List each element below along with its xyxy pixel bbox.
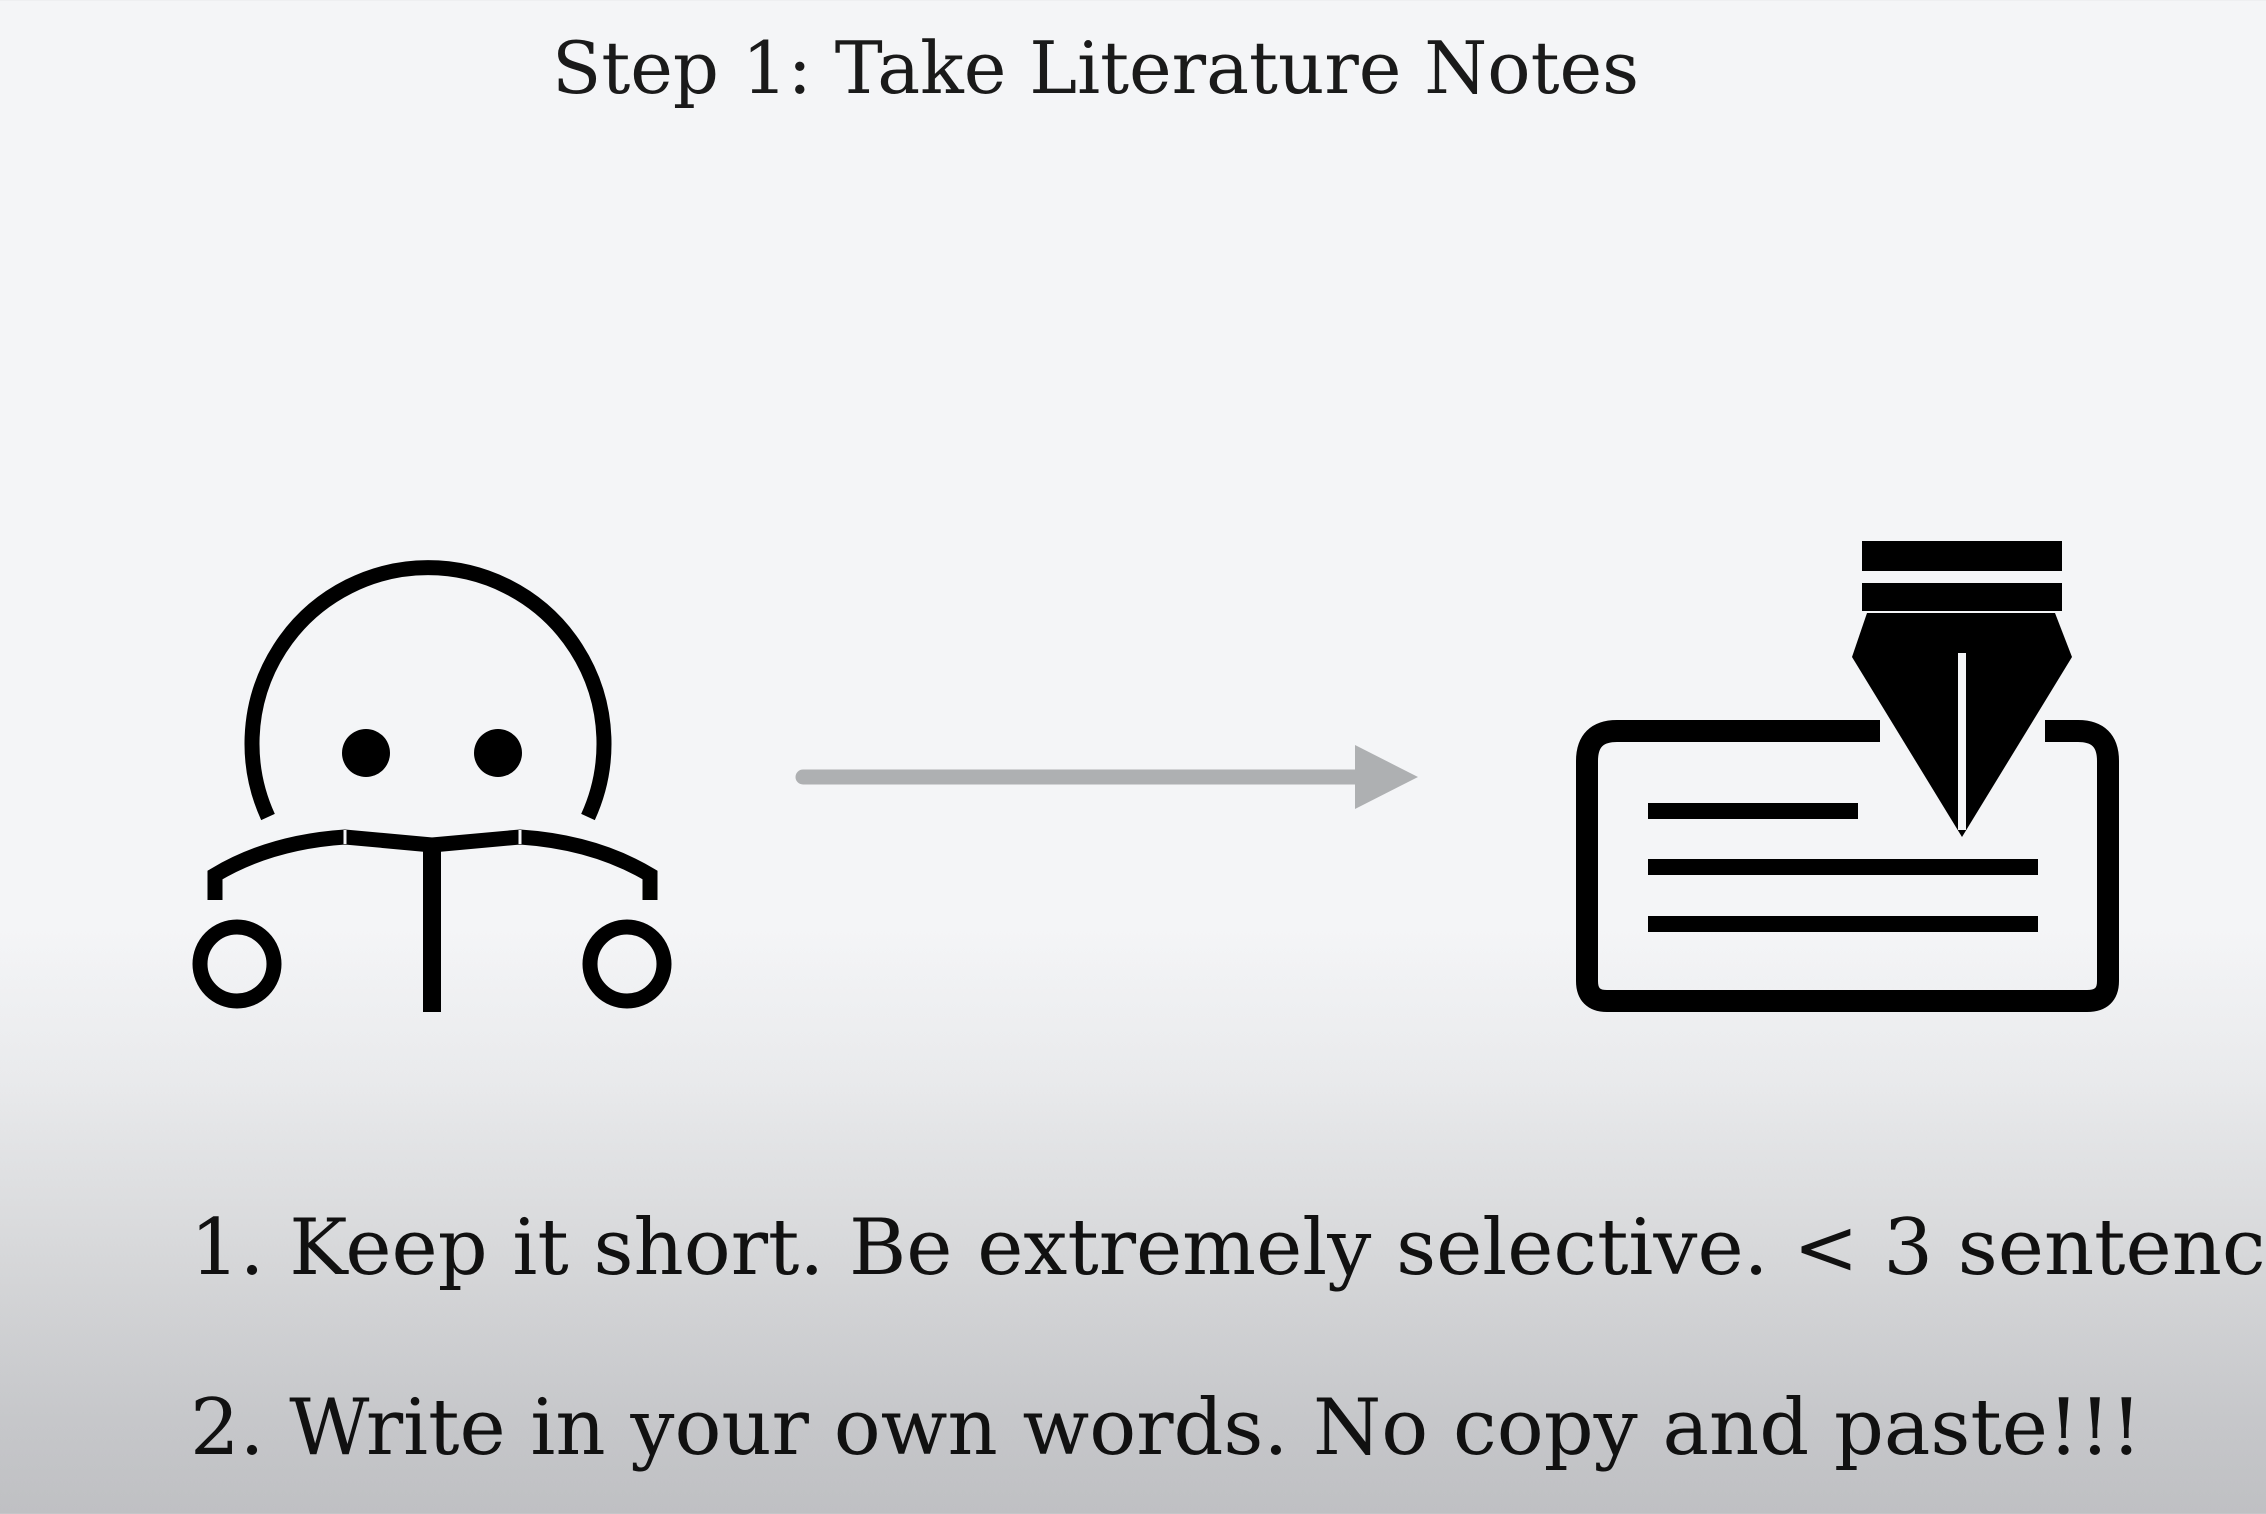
slide-title: Step 1: Take Literature Notes [552,26,1640,110]
fountain-pen-writing-note-icon [1576,541,2119,1012]
rule-keep-short: 1. Keep it short. Be extremely selective… [190,1203,2266,1293]
right-arrow-icon [795,745,1418,809]
person-reading-book-icon [192,560,672,1012]
rule-own-words: 2. Write in your own words. No copy and … [190,1383,2142,1473]
